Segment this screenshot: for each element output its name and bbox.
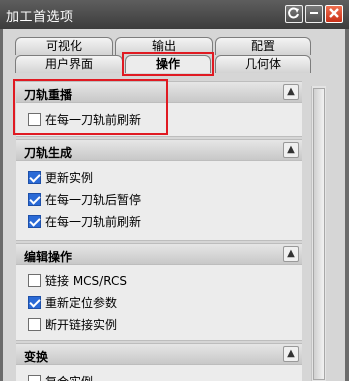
section-title: 编辑操作 bbox=[24, 250, 73, 264]
section-title: 变换 bbox=[24, 350, 49, 364]
window-title: 加工首选项 bbox=[6, 10, 74, 25]
checkbox[interactable] bbox=[28, 273, 41, 287]
option-refresh-before-path[interactable]: 在每一刀轨前刷新 bbox=[28, 212, 141, 230]
option-pause-after-path[interactable]: 在每一刀轨后暂停 bbox=[28, 190, 141, 208]
checkbox[interactable] bbox=[28, 214, 41, 228]
option-update-instances[interactable]: 更新实例 bbox=[28, 168, 93, 186]
option-label: 在每一刀轨前刷新 bbox=[45, 214, 142, 229]
chevron-up-icon[interactable]: ▲ bbox=[283, 346, 299, 362]
tab-geometry[interactable]: 几何体 bbox=[215, 55, 311, 73]
option-reposition-params[interactable]: 重新定位参数 bbox=[28, 293, 117, 311]
section-body-generation: 更新实例 在每一刀轨后暂停 在每一刀轨前刷新 bbox=[16, 161, 302, 241]
checkbox[interactable] bbox=[28, 192, 41, 206]
checkbox[interactable] bbox=[28, 374, 41, 381]
option-label: 更新实例 bbox=[45, 170, 94, 185]
chevron-up-icon[interactable]: ▲ bbox=[283, 142, 299, 158]
section-title: 刀轨生成 bbox=[24, 146, 73, 160]
dialog-body: 可视化 输出 配置 用户界面 操作 几何体 刀轨重播 ▲ 在每一刀轨前刷新 刀轨… bbox=[3, 29, 345, 381]
title-bar: 加工首选项 bbox=[0, 0, 349, 29]
section-highlight bbox=[13, 79, 168, 135]
section-header-transform[interactable]: 变换 ▲ bbox=[16, 343, 302, 365]
option-label: 重新定位参数 bbox=[45, 295, 118, 310]
option-label: 复合实例 bbox=[45, 373, 93, 381]
reset-icon[interactable] bbox=[285, 5, 303, 23]
section-header-edit[interactable]: 编辑操作 ▲ bbox=[16, 243, 302, 265]
checkbox[interactable] bbox=[28, 317, 41, 331]
option-link-mcs-rcs[interactable]: 链接 MCS/RCS bbox=[28, 271, 127, 289]
option-break-link-instances[interactable]: 断开链接实例 bbox=[28, 315, 117, 333]
option-label: 链接 MCS/RCS bbox=[45, 273, 127, 288]
chevron-up-icon[interactable]: ▲ bbox=[283, 84, 299, 100]
section-body-transform: 复合实例 bbox=[16, 365, 302, 381]
checkbox[interactable] bbox=[28, 170, 41, 184]
option-label: 在每一刀轨后暂停 bbox=[45, 192, 142, 207]
option-label: 断开链接实例 bbox=[45, 317, 118, 332]
tab-highlight bbox=[122, 52, 214, 76]
checkbox[interactable] bbox=[28, 295, 41, 309]
section-body-edit: 链接 MCS/RCS 重新定位参数 断开链接实例 bbox=[16, 265, 302, 341]
minimize-icon[interactable] bbox=[305, 5, 323, 23]
section-header-generation[interactable]: 刀轨生成 ▲ bbox=[16, 139, 302, 161]
tab-visualization[interactable]: 可视化 bbox=[15, 37, 113, 55]
option-compound-instance[interactable]: 复合实例 bbox=[28, 372, 93, 381]
scrollbar-thumb[interactable] bbox=[313, 88, 325, 380]
chevron-up-icon[interactable]: ▲ bbox=[283, 246, 299, 262]
vertical-scrollbar[interactable] bbox=[311, 86, 326, 381]
tab-user-interface[interactable]: 用户界面 bbox=[15, 55, 123, 73]
close-icon[interactable] bbox=[325, 5, 343, 23]
tab-configuration[interactable]: 配置 bbox=[215, 37, 311, 55]
